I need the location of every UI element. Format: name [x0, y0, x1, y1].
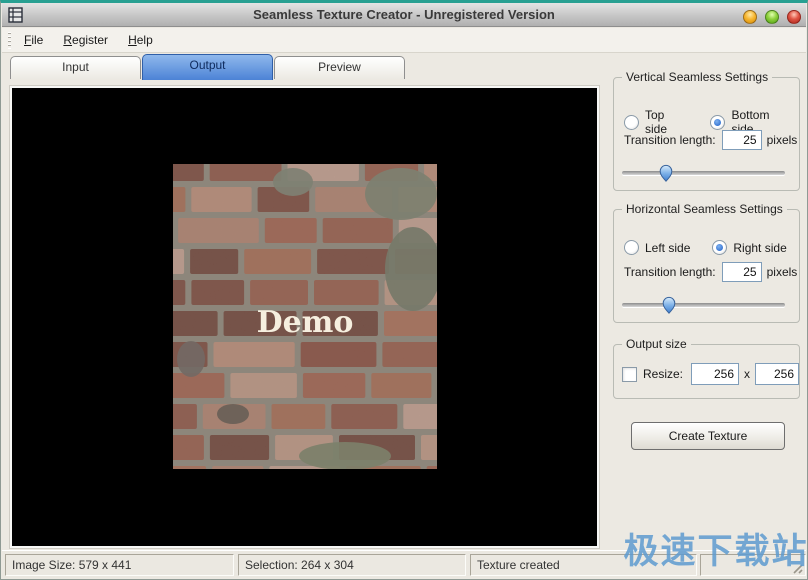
- transition-length-label: Transition length:: [624, 133, 716, 147]
- maximize-button[interactable]: [765, 10, 779, 24]
- close-button[interactable]: [787, 10, 801, 24]
- app-window: Seamless Texture Creator - Unregistered …: [0, 0, 808, 580]
- menu-item-help[interactable]: Help: [121, 30, 160, 50]
- group-title: Horizontal Seamless Settings: [622, 202, 787, 216]
- tab-preview[interactable]: Preview: [274, 56, 405, 79]
- output-size-group: Output size Resize: x: [613, 344, 800, 399]
- menu-item-file[interactable]: File: [17, 30, 50, 50]
- horizontal-transition-input[interactable]: [722, 262, 762, 282]
- menu-bar: File Register Help: [2, 28, 806, 53]
- output-height-input[interactable]: [755, 363, 799, 385]
- texture-preview-image: Demo: [173, 164, 437, 469]
- horizontal-side-radios: Left side Right side: [624, 240, 793, 255]
- pixels-label: pixels: [767, 133, 798, 147]
- radio-right-side-label[interactable]: Right side: [733, 241, 786, 255]
- status-selection: Selection: 264 x 304: [238, 554, 466, 576]
- horizontal-transition-slider[interactable]: [622, 296, 785, 314]
- size-separator: x: [744, 367, 750, 381]
- vertical-transition-slider[interactable]: [622, 164, 785, 182]
- status-message: Texture created: [470, 554, 697, 576]
- resize-row: Resize: x: [622, 363, 799, 385]
- resize-checkbox[interactable]: [622, 367, 637, 382]
- slider-track[interactable]: [622, 303, 785, 307]
- output-width-input[interactable]: [691, 363, 739, 385]
- tab-strip: Input Output Preview: [10, 56, 406, 79]
- transition-length-label: Transition length:: [624, 265, 716, 279]
- vertical-transition-row: Transition length: pixels: [624, 130, 797, 150]
- menu-gripper-icon: [8, 32, 11, 49]
- horizontal-transition-row: Transition length: pixels: [624, 262, 797, 282]
- title-bar[interactable]: Seamless Texture Creator - Unregistered …: [2, 3, 806, 27]
- minimize-button[interactable]: [743, 10, 757, 24]
- vertical-transition-input[interactable]: [722, 130, 762, 150]
- status-image-size: Image Size: 579 x 441: [5, 554, 234, 576]
- radio-left-side-label[interactable]: Left side: [645, 241, 690, 255]
- slider-thumb[interactable]: [659, 164, 673, 182]
- vertical-seamless-settings-group: Vertical Seamless Settings Top side Bott…: [613, 77, 800, 191]
- tab-input[interactable]: Input: [10, 56, 141, 79]
- resize-grip-icon[interactable]: [790, 561, 803, 574]
- slider-track[interactable]: [622, 171, 785, 175]
- tab-output[interactable]: Output: [142, 54, 273, 80]
- horizontal-seamless-settings-group: Horizontal Seamless Settings Left side R…: [613, 209, 800, 323]
- radio-right-side[interactable]: [712, 240, 727, 255]
- resize-label[interactable]: Resize:: [643, 367, 683, 381]
- radio-bottom-side[interactable]: [710, 115, 725, 130]
- window-title: Seamless Texture Creator - Unregistered …: [2, 7, 806, 22]
- image-canvas[interactable]: Demo: [10, 86, 599, 548]
- radio-left-side[interactable]: [624, 240, 639, 255]
- status-bar: Image Size: 579 x 441 Selection: 264 x 3…: [2, 550, 806, 578]
- radio-top-side[interactable]: [624, 115, 639, 130]
- demo-watermark-text: Demo: [257, 305, 354, 340]
- group-title: Output size: [622, 337, 691, 351]
- slider-thumb[interactable]: [662, 296, 676, 314]
- group-title: Vertical Seamless Settings: [622, 70, 772, 84]
- create-texture-button[interactable]: Create Texture: [631, 422, 785, 450]
- menu-item-register[interactable]: Register: [56, 30, 115, 50]
- pixels-label: pixels: [767, 265, 798, 279]
